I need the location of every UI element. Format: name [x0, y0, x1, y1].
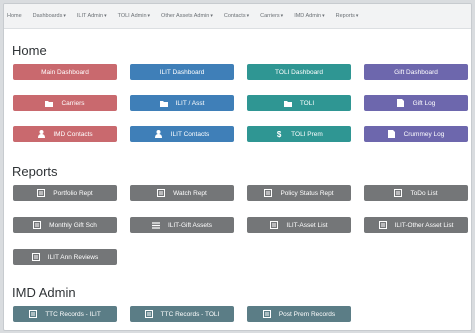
crummey-log-button[interactable]: Crummey Log [364, 126, 468, 142]
button-label: Main Dashboard [41, 68, 89, 76]
section-title-home: Home [12, 43, 47, 58]
toli-dashboard-button[interactable]: TOLI Dashboard [247, 64, 351, 80]
button-label: Carriers [61, 99, 85, 107]
watch-rept-button[interactable]: Watch Rept [130, 185, 234, 201]
gift-log-button[interactable]: Gift Log [364, 95, 468, 111]
ilit-other-asset-list-button[interactable]: ILIT-Other Asset List [364, 217, 468, 233]
carriers-button[interactable]: Carriers [13, 95, 117, 111]
button-label: IMD Contacts [53, 130, 93, 138]
button-label: TTC Records - ILIT [45, 310, 101, 318]
ilit-gift-assets-button[interactable]: ILIT-Gift Assets [130, 217, 234, 233]
toli-prem-button[interactable]: $ TOLI Prem [247, 126, 351, 142]
button-label: Post Prem Records [278, 310, 336, 318]
report-icon [33, 221, 42, 229]
button-label: Watch Rept [173, 189, 207, 197]
app-window: Home Dashboards ILIT Admin TOLI Admin Ot… [3, 3, 472, 331]
nav-imd-admin[interactable]: IMD Admin [294, 13, 324, 19]
todo-list-button[interactable]: ToDo List [364, 185, 468, 201]
main-dashboard-button[interactable]: Main Dashboard [13, 64, 117, 80]
ilit-contacts-button[interactable]: ILIT Contacts [130, 126, 234, 142]
button-label: TOLI Dashboard [275, 68, 323, 76]
ilit-asst-button[interactable]: ILIT / Asst [130, 95, 234, 111]
button-label: ILIT Contacts [170, 130, 210, 138]
post-prem-records-button[interactable]: Post Prem Records [247, 306, 351, 322]
button-label: ILIT Dashboard [159, 68, 205, 76]
nav-ilit-admin[interactable]: ILIT Admin [77, 13, 107, 19]
file-icon [388, 130, 396, 138]
user-icon [155, 130, 163, 138]
nav-other-assets-admin[interactable]: Other Assets Admin [161, 13, 213, 19]
button-label: Crummey Log [403, 130, 445, 138]
report-icon [37, 189, 46, 197]
report-icon [270, 221, 279, 229]
report-icon [262, 310, 271, 318]
report-icon [144, 310, 153, 318]
ttc-records-ilit-button[interactable]: TTC Records - ILIT [13, 306, 117, 322]
user-icon [37, 130, 45, 138]
button-label: Gift Log [412, 99, 436, 107]
report-icon [157, 189, 166, 197]
toli-button[interactable]: TOLI [247, 95, 351, 111]
report-icon [264, 189, 273, 197]
folder-icon [159, 99, 168, 107]
monthly-gift-sch-button[interactable]: Monthly Gift Sch [13, 217, 117, 233]
button-label: ILIT Ann Reviews [47, 253, 99, 261]
nav-carriers[interactable]: Carriers [260, 13, 283, 19]
button-label: ILIT-Gift Assets [167, 221, 213, 229]
dollar-icon: $ [276, 129, 282, 139]
button-label: Policy Status Rept [280, 189, 334, 197]
imd-contacts-button[interactable]: IMD Contacts [13, 126, 117, 142]
nav-toli-admin[interactable]: TOLI Admin [118, 13, 150, 19]
button-label: ILIT-Other Asset List [394, 221, 454, 229]
portfolio-rept-button[interactable]: Portfolio Rept [13, 185, 117, 201]
folder-icon [283, 99, 292, 107]
button-label: Portfolio Rept [53, 189, 93, 197]
folder-icon [45, 99, 54, 107]
policy-status-rept-button[interactable]: Policy Status Rept [247, 185, 351, 201]
ilit-dashboard-button[interactable]: ILIT Dashboard [130, 64, 234, 80]
section-title-imd-admin: IMD Admin [12, 285, 76, 300]
nav-dashboards[interactable]: Dashboards [33, 13, 66, 19]
list-icon [151, 221, 160, 229]
button-label: Monthly Gift Sch [49, 221, 97, 229]
button-label: Gift Dashboard [394, 68, 438, 76]
report-icon [378, 221, 387, 229]
nav-contacts[interactable]: Contacts [224, 13, 249, 19]
nav-home[interactable]: Home [7, 13, 22, 19]
button-label: ILIT-Asset List [286, 221, 328, 229]
button-label: TOLI [299, 99, 315, 107]
top-navbar: Home Dashboards ILIT Admin TOLI Admin Ot… [4, 4, 471, 29]
report-icon [29, 310, 38, 318]
button-label: ToDo List [410, 189, 438, 197]
report-icon [31, 253, 40, 261]
ilit-ann-reviews-button[interactable]: ILIT Ann Reviews [13, 249, 117, 265]
nav-reports[interactable]: Reports [336, 13, 359, 19]
button-label: TOLI Prem [291, 130, 323, 138]
ttc-records-toli-button[interactable]: TTC Records - TOLI [130, 306, 234, 322]
report-icon [394, 189, 403, 197]
section-title-reports: Reports [12, 164, 58, 179]
ilit-asset-list-button[interactable]: ILIT-Asset List [247, 217, 351, 233]
file-icon [397, 99, 405, 107]
button-label: TTC Records - TOLI [160, 310, 220, 318]
gift-dashboard-button[interactable]: Gift Dashboard [364, 64, 468, 80]
button-label: ILIT / Asst [175, 99, 205, 107]
